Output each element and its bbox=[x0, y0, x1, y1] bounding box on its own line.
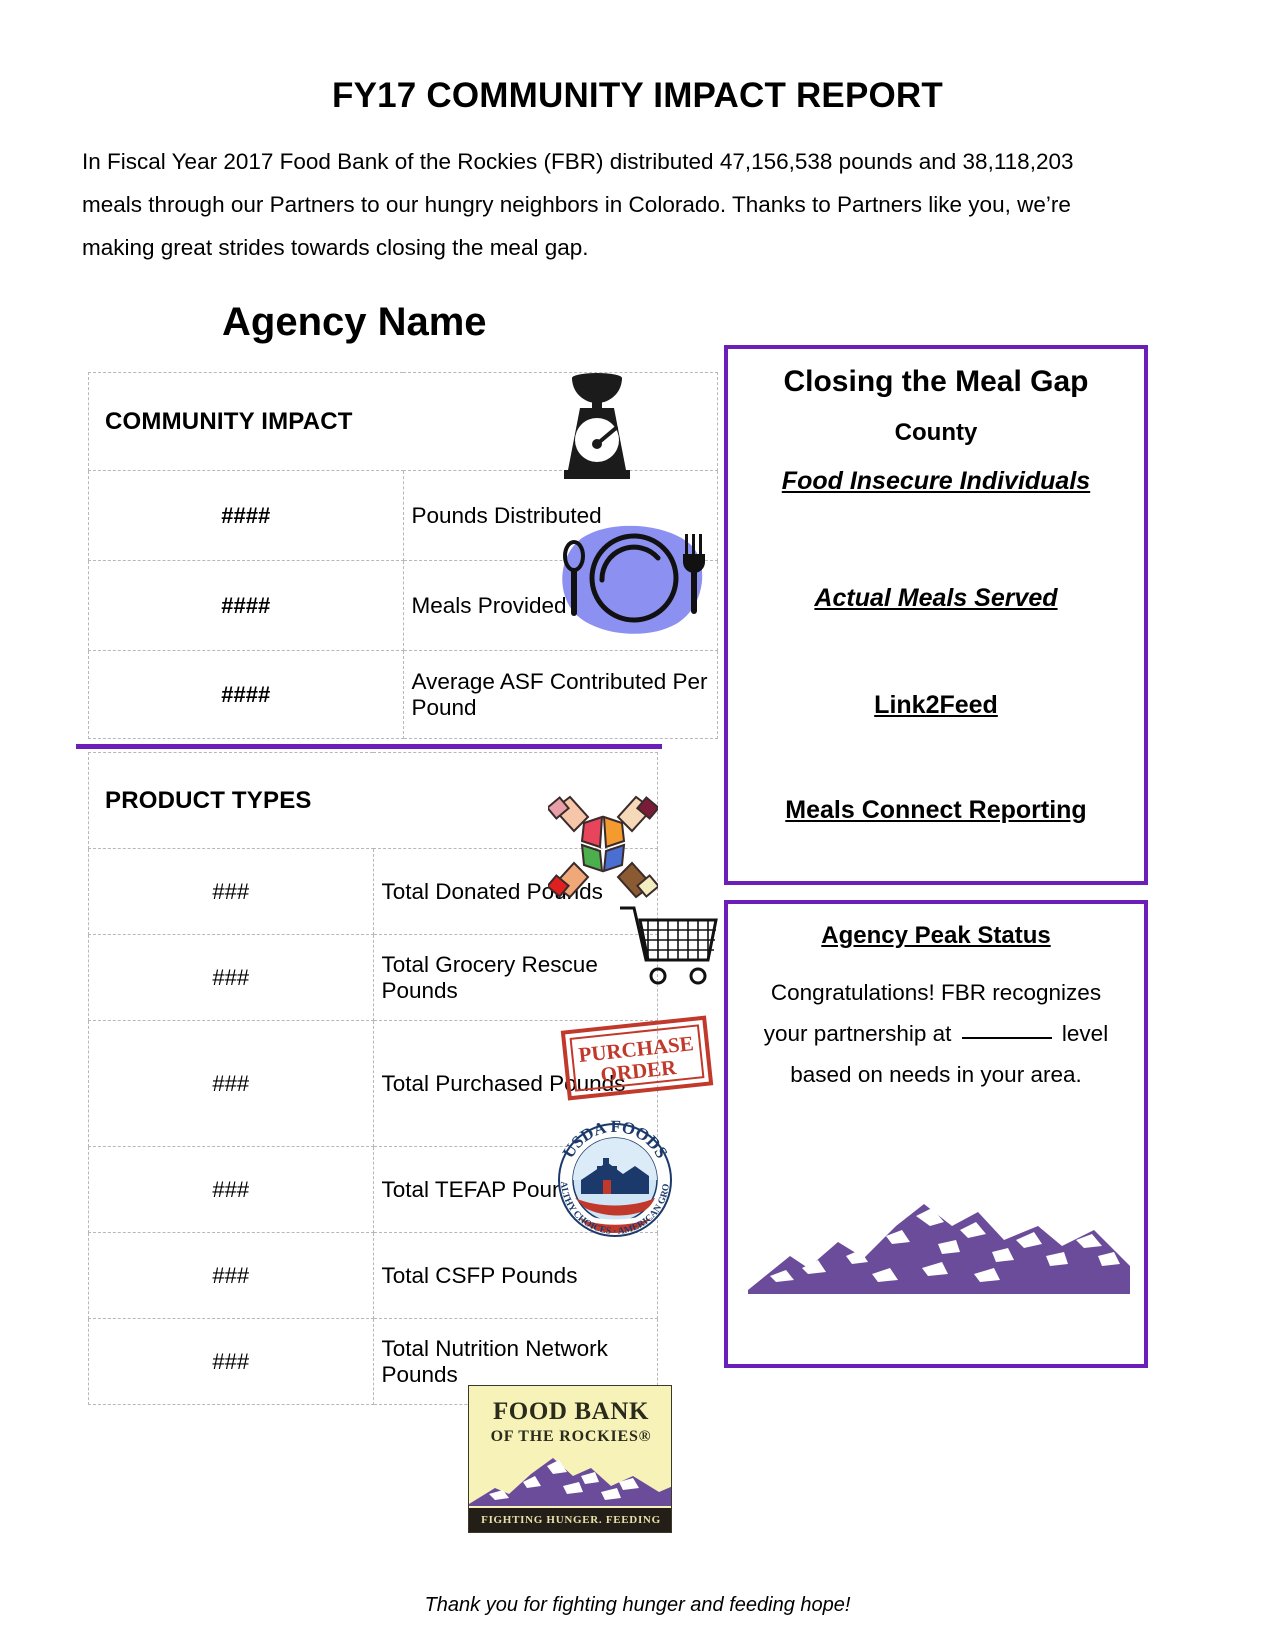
intro-paragraph: In Fiscal Year 2017 Food Bank of the Roc… bbox=[82, 149, 1074, 260]
csfp-pounds-value: ### bbox=[88, 1232, 374, 1319]
table-row: ### Total Grocery Rescue Pounds bbox=[88, 934, 658, 1021]
meal-gap-item-meals-connect-reporting: Meals Connect Reporting bbox=[785, 796, 1087, 824]
meal-gap-item-actual-meals-served: Actual Meals Served bbox=[814, 584, 1058, 612]
meal-gap-item-food-insecure-individuals: Food Insecure Individuals bbox=[781, 467, 1091, 495]
grocery-rescue-value: ### bbox=[88, 934, 374, 1021]
average-asf-label: Average ASF Contributed Per Pound bbox=[402, 650, 718, 739]
logo-line2: OF THE ROCKIES® bbox=[490, 1428, 652, 1445]
usda-foods-icon: USDA FOODS HEALTHY CHOICES · AMERICAN GR… bbox=[540, 1103, 685, 1250]
peak-status-line2-before: your partnership at bbox=[763, 1021, 952, 1046]
logo-wordmark: FOOD BANK OF THE ROCKIES® bbox=[469, 1398, 671, 1446]
hands-puzzle-icon bbox=[545, 793, 661, 901]
peak-status-line3: based on needs in your area. bbox=[790, 1062, 1082, 1087]
logo-line1: FOOD BANK bbox=[492, 1398, 650, 1425]
meals-provided-value: #### bbox=[88, 560, 404, 651]
closing-the-meal-gap-panel: Closing the Meal Gap County Food Insecur… bbox=[724, 345, 1148, 885]
agency-peak-status-panel: Agency Peak Status Congratulations! FBR … bbox=[724, 900, 1148, 1368]
table-row: #### Average ASF Contributed Per Pound bbox=[88, 650, 718, 739]
peak-status-line1: Congratulations! FBR recognizes bbox=[770, 980, 1102, 1005]
tefap-pounds-value: ### bbox=[88, 1146, 374, 1233]
mountain-range-icon bbox=[746, 1182, 1132, 1298]
peak-status-level-blank[interactable] bbox=[961, 1037, 1052, 1039]
meal-gap-title: Closing the Meal Gap bbox=[783, 365, 1089, 398]
pounds-distributed-value: #### bbox=[88, 470, 404, 561]
section-divider bbox=[76, 744, 662, 749]
thank-you-message: Thank you for fighting hunger and feedin… bbox=[424, 1594, 851, 1616]
logo-tagline: FIGHTING HUNGER. FEEDING HOPE. bbox=[469, 1508, 671, 1532]
agency-name: Agency Name bbox=[222, 300, 487, 344]
nutrition-network-value: ### bbox=[88, 1318, 374, 1405]
kitchen-scale-icon bbox=[552, 372, 642, 484]
logo-mountain-icon bbox=[469, 1458, 671, 1506]
peak-status-body: Congratulations! FBR recognizes your par… bbox=[728, 972, 1144, 1095]
purchase-order-stamp-icon: PURCHASE ORDER bbox=[560, 1014, 715, 1101]
food-bank-of-the-rockies-logo: FOOD BANK OF THE ROCKIES® FIGHTING HUNGE… bbox=[468, 1385, 672, 1533]
shopping-cart-icon bbox=[618, 902, 720, 988]
page-title: FY17 COMMUNITY IMPACT REPORT bbox=[331, 76, 943, 115]
meal-gap-county-label: County bbox=[894, 419, 978, 446]
plate-cutlery-icon bbox=[552, 520, 712, 635]
peak-status-title: Agency Peak Status bbox=[821, 922, 1051, 949]
average-asf-value: #### bbox=[88, 650, 404, 739]
donated-pounds-value: ### bbox=[88, 848, 374, 935]
community-impact-report-page: FY17 COMMUNITY IMPACT REPORT In Fiscal Y… bbox=[0, 0, 1275, 1650]
purchased-pounds-value: ### bbox=[88, 1020, 374, 1147]
grocery-rescue-label: Total Grocery Rescue Pounds bbox=[372, 934, 658, 1021]
peak-status-line2-after: level bbox=[1061, 1021, 1109, 1046]
meal-gap-item-link2feed: Link2Feed bbox=[874, 691, 998, 719]
